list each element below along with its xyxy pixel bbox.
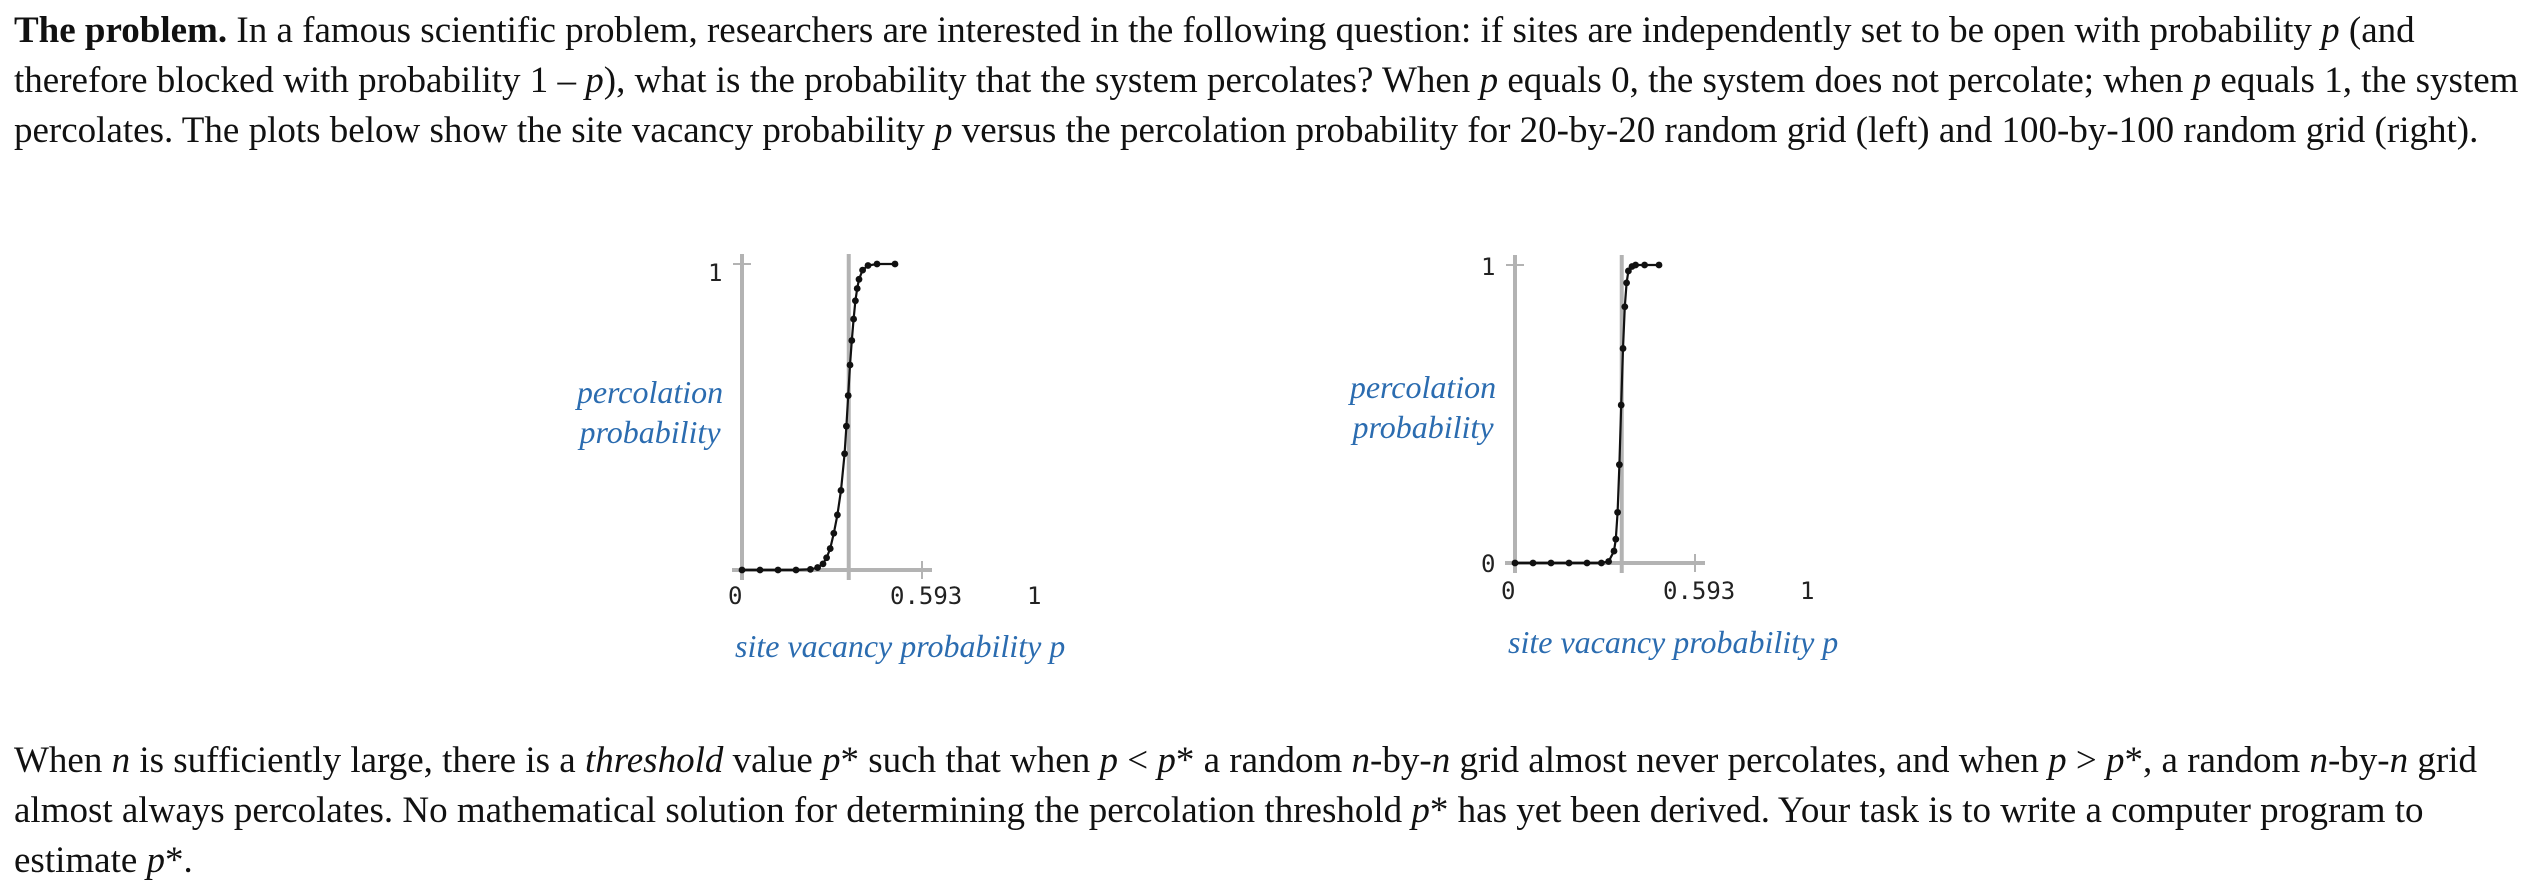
text-run: *, a random (2124, 740, 2310, 781)
math-variable: n (111, 740, 131, 781)
data-point (1616, 461, 1623, 469)
data-point (843, 422, 850, 430)
data-point (1511, 559, 1519, 567)
y-axis-label: percolation probability (1349, 369, 1497, 445)
math-variable: p (1479, 60, 1499, 101)
y-tick-label-0: 0 (1481, 550, 1496, 578)
x-tick-label-threshold: 0.593 (890, 582, 963, 610)
x-tick-label-0: 0 (1501, 577, 1516, 605)
intro-paragraph: The problem. In a famous scientific prob… (14, 6, 2524, 156)
math-variable: p (2192, 60, 2212, 101)
data-point (1619, 345, 1627, 352)
y-tick-label-1: 1 (1481, 253, 1496, 281)
data-point (819, 560, 827, 568)
data-point (774, 566, 782, 574)
math-variable: p (1411, 790, 1430, 831)
data-point (823, 554, 830, 562)
data-point (1583, 559, 1591, 567)
text-run: > (2066, 740, 2107, 781)
data-point (841, 450, 848, 458)
x-tick-label-0: 0 (728, 582, 743, 610)
text-run: When (14, 740, 112, 781)
x-axis-label: site vacancy probability p (735, 628, 1066, 664)
data-point (1623, 279, 1630, 287)
math-variable: p (2048, 740, 2067, 781)
math-variable: p (933, 110, 953, 151)
data-point (807, 565, 814, 573)
x-axis-label: site vacancy probability p (1508, 624, 1839, 660)
text-run: is sufficiently large, there is a (130, 740, 585, 781)
data-point (1614, 508, 1621, 516)
series-line (1515, 263, 1659, 565)
x-tick-label-1: 1 (1800, 577, 1815, 605)
data-point (738, 566, 746, 574)
data-point (859, 266, 866, 274)
data-point (891, 260, 899, 268)
text-run: < (1117, 740, 1158, 781)
outro-paragraph: When n is sufficiently large, there is a… (14, 736, 2524, 886)
text-run: value (723, 740, 822, 781)
data-point (1641, 261, 1648, 269)
data-point (1610, 547, 1618, 555)
x-tick-label-threshold: 0.593 (1663, 577, 1736, 605)
data-point (1598, 559, 1605, 567)
math-variable: p (146, 840, 166, 881)
data-point (792, 566, 800, 574)
math-variable: p (2106, 740, 2125, 781)
data-point (848, 337, 856, 344)
percolation-plot-20x20: percolation probability site vacancy pro… (540, 240, 1260, 700)
data-point (846, 361, 854, 369)
math-variable: n (1351, 740, 1371, 781)
text-run: -by- (2327, 740, 2390, 781)
data-point (834, 511, 841, 519)
data-point (852, 297, 859, 305)
text-run: equals 0, the system does not percolate;… (1498, 60, 2193, 101)
data-point (855, 275, 863, 283)
text-run: In a famous scientific problem, research… (227, 10, 2322, 51)
data-point (1529, 559, 1537, 567)
data-point (1612, 535, 1620, 543)
data-point (1547, 559, 1555, 567)
text-run: -by- (1370, 740, 1432, 781)
intro-body: In a famous scientific problem, research… (14, 10, 2518, 151)
text-run: *. (165, 840, 193, 881)
math-variable: n (2309, 740, 2328, 781)
percolation-plot-100x100: percolation probability site vacancy pro… (1313, 240, 2033, 700)
math-variable: n (1431, 740, 1451, 781)
data-point (850, 315, 857, 323)
data-point (1621, 303, 1629, 311)
y-tick-label-1: 1 (708, 259, 723, 287)
text-run: * such that when (840, 740, 1100, 781)
math-variable: p (1157, 740, 1176, 781)
math-variable: n (2389, 740, 2409, 781)
data-point (826, 545, 834, 552)
data-point (864, 262, 872, 269)
intro-heading: The problem. (14, 10, 228, 51)
data-point (1565, 559, 1573, 567)
y-axis-label: percolation probability (576, 374, 724, 450)
math-variable: threshold (584, 740, 724, 781)
data-point (1655, 261, 1663, 269)
data-point (844, 392, 852, 399)
data-point (756, 566, 764, 574)
math-variable: p (585, 60, 604, 101)
data-point (853, 285, 861, 292)
data-point (1632, 261, 1639, 269)
text-run: ), what is the probability that the syst… (603, 60, 1480, 101)
data-point (873, 260, 881, 268)
x-tick-label-1: 1 (1027, 582, 1042, 610)
outro-body: When n is sufficiently large, there is a… (14, 740, 2477, 881)
math-variable: p (2321, 10, 2340, 51)
data-point (1605, 558, 1612, 565)
data-point (1617, 401, 1625, 409)
text-run: versus the percolation probability for 2… (952, 110, 2479, 151)
math-variable: p (822, 740, 841, 781)
text-run: grid almost never percolates, and when (1450, 740, 2049, 781)
series-line (742, 262, 895, 572)
text-run: * a random (1175, 740, 1352, 781)
data-point (830, 529, 838, 537)
math-variable: p (1099, 740, 1118, 781)
data-point (837, 487, 845, 494)
